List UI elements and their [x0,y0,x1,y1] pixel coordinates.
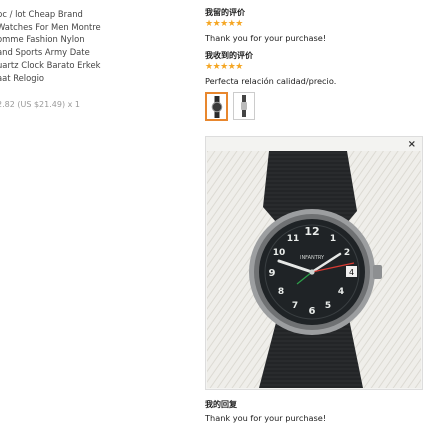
my-reply: 我的回复 Thank you for your purchase! [205,400,425,424]
my-review-text: Thank you for your purchase! [205,33,327,43]
watch-photo: 12 1 2 4 5 6 7 8 9 10 11 4 INFANTRY [207,151,421,388]
close-icon[interactable]: × [408,139,416,151]
product-title-line[interactable]: uartz Clock Barato Erkek [0,59,187,72]
product-title-line[interactable]: and Sports Army Date [0,46,187,59]
svg-text:12: 12 [304,225,319,238]
review-panel: 我留的评价 ★★★★★ Thank you for your purchase!… [205,8,425,121]
svg-text:10: 10 [273,248,286,258]
review-photo-thumbnails [205,92,425,121]
photo-thumbnail-1[interactable] [205,92,228,121]
photo-viewer: × 12 1 2 4 5 6 7 8 9 10 11 4 INFANTRY [205,136,423,390]
received-review-stars: ★★★★★ [205,62,243,72]
watch-thumbnail-icon [241,95,247,117]
svg-text:2: 2 [344,248,350,258]
svg-text:11: 11 [287,234,300,244]
photo-thumbnail-2[interactable] [233,92,255,120]
watch-thumbnail-icon [211,95,222,118]
svg-text:8: 8 [278,287,284,297]
product-title-line[interactable]: pc / lot Cheap Brand [0,8,187,21]
svg-text:4: 4 [338,287,344,297]
product-summary: pc / lot Cheap Brand Watches For Men Mon… [0,8,187,109]
svg-text:4: 4 [349,268,354,277]
product-price: 2.82 (US $21.49) x 1 [0,100,80,110]
received-review-text: Perfecta relación calidad/precio. [205,76,337,86]
product-title-line[interactable]: Watches For Men Montre [0,21,187,34]
my-review-stars: ★★★★★ [205,19,243,29]
my-reply-heading: 我的回复 [205,400,237,409]
svg-text:INFANTRY: INFANTRY [300,255,325,261]
my-reply-text: Thank you for your purchase! [205,413,327,423]
svg-text:1: 1 [330,234,336,244]
svg-text:7: 7 [292,301,298,311]
my-review-heading: 我留的评价 [205,8,245,17]
product-title-line[interactable]: aat Relogio [0,72,187,85]
received-review-heading: 我收到的评价 [205,51,253,60]
product-title-line[interactable]: omme Fashion Nylon [0,33,187,46]
svg-text:9: 9 [269,268,276,279]
svg-text:5: 5 [325,301,331,311]
svg-text:6: 6 [309,306,316,317]
